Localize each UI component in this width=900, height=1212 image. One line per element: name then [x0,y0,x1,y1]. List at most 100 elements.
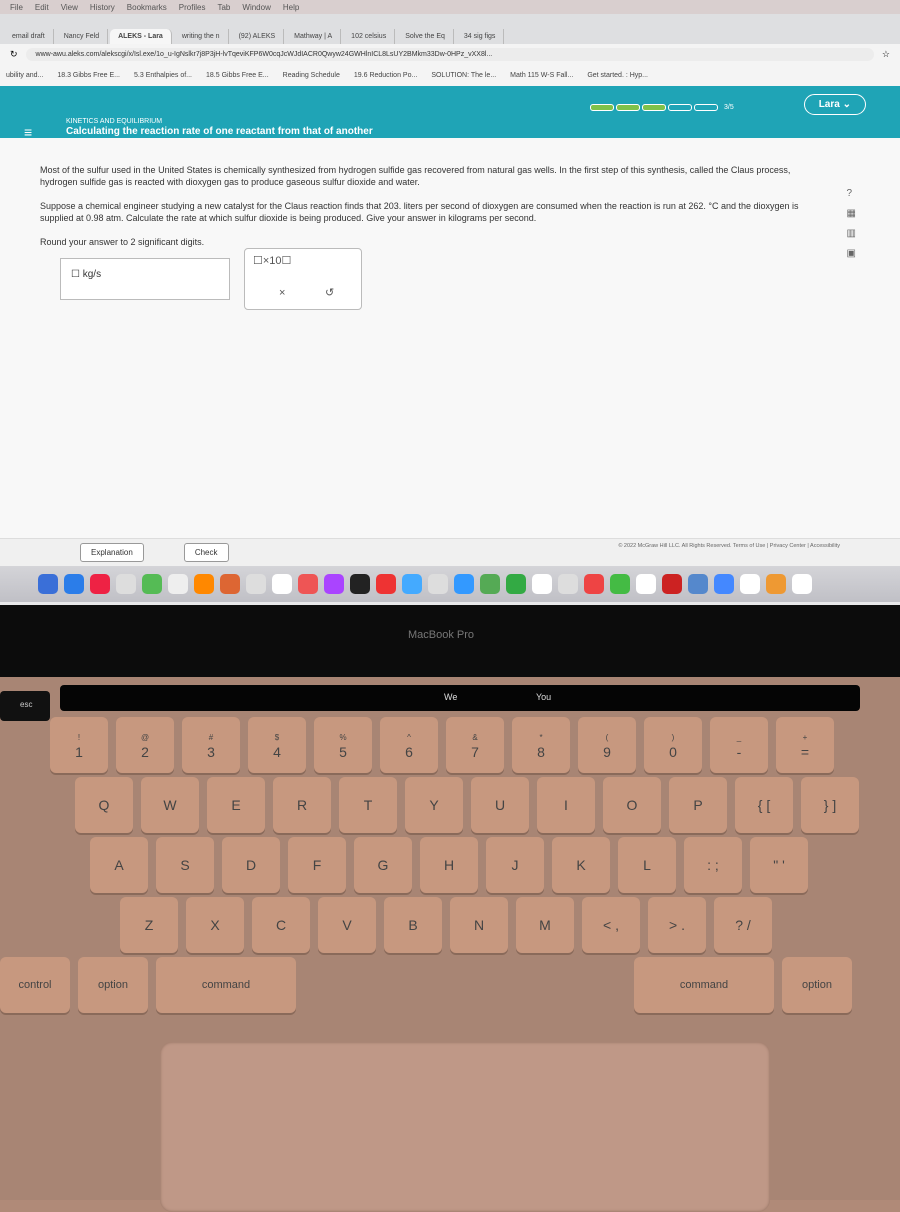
chart-icon[interactable]: ▥ [847,228,856,240]
clear-button[interactable]: × [279,287,285,299]
menu-item[interactable]: Tab [217,3,230,12]
key[interactable]: J [486,837,544,893]
dock-app-icon[interactable] [662,574,682,594]
star-icon[interactable]: ☆ [882,49,890,60]
touchbar-suggestion[interactable]: You [536,692,551,702]
bookmark-item[interactable]: 19.6 Reduction Po... [354,72,417,79]
dock-app-icon[interactable] [558,574,578,594]
key[interactable]: P [669,777,727,833]
key[interactable]: < , [582,897,640,953]
browser-tab[interactable]: 102 celsius [343,29,396,44]
bookmark-item[interactable]: 18.3 Gibbs Free E... [57,72,120,79]
key[interactable]: Q [75,777,133,833]
key[interactable]: V [318,897,376,953]
touchbar-suggestion[interactable]: We [444,692,457,702]
key[interactable]: % 5 [314,717,372,773]
key[interactable]: F [288,837,346,893]
exponent-icon[interactable]: ☐×10☐ [253,255,291,267]
key[interactable]: W [141,777,199,833]
dock-app-icon[interactable] [402,574,422,594]
trackpad[interactable] [160,1042,770,1212]
modifier-key[interactable]: command [156,957,296,1013]
key[interactable]: Z [120,897,178,953]
menu-item[interactable]: Bookmarks [127,3,167,12]
key[interactable]: > . [648,897,706,953]
key[interactable]: U [471,777,529,833]
answer-input[interactable]: ☐ kg/s [60,258,230,300]
key[interactable]: @2 [116,717,174,773]
periodic-table-icon[interactable]: ▣ [847,248,856,260]
dock-app-icon[interactable] [194,574,214,594]
key[interactable]: ? / [714,897,772,953]
bookmark-item[interactable]: Reading Schedule [283,72,340,79]
key[interactable]: N [450,897,508,953]
key[interactable]: O [603,777,661,833]
dock-app-icon[interactable] [350,574,370,594]
touch-bar[interactable]: We You [60,685,860,711]
dock-app-icon[interactable] [246,574,266,594]
modifier-key[interactable]: command [634,957,774,1013]
browser-tab[interactable]: 34 sig figs [456,29,505,44]
dock-app-icon[interactable] [740,574,760,594]
key[interactable]: & 7 [446,717,504,773]
key[interactable]: I [537,777,595,833]
key[interactable]: _ - [710,717,768,773]
dock-app-icon[interactable] [506,574,526,594]
menu-item[interactable]: File [10,3,23,12]
dock-app-icon[interactable] [272,574,292,594]
key[interactable]: M [516,897,574,953]
user-menu-button[interactable]: Lara ⌄ [803,94,866,115]
dock-app-icon[interactable] [766,574,786,594]
modifier-key[interactable]: option [782,957,852,1013]
key[interactable]: C [252,897,310,953]
key[interactable]: H [420,837,478,893]
key[interactable]: (9 [578,717,636,773]
dock-app-icon[interactable] [688,574,708,594]
browser-tab[interactable]: (92) ALEKS [231,29,285,44]
browser-tab[interactable]: email draft [4,29,54,44]
dock-app-icon[interactable] [298,574,318,594]
check-button[interactable]: Check [183,543,229,562]
key[interactable]: S [156,837,214,893]
dock-app-icon[interactable] [480,574,500,594]
key[interactable]: G [354,837,412,893]
reload-icon[interactable]: ↻ [10,49,18,60]
dock-app-icon[interactable] [64,574,84,594]
dock-app-icon[interactable] [636,574,656,594]
dock-app-icon[interactable] [454,574,474,594]
dock-app-icon[interactable] [428,574,448,594]
key[interactable]: D [222,837,280,893]
modifier-key[interactable]: control [0,957,70,1013]
dock-app-icon[interactable] [116,574,136,594]
bookmark-item[interactable]: Math 115 W-S Fall... [510,72,573,79]
dock-app-icon[interactable] [376,574,396,594]
key[interactable]: : ; [684,837,742,893]
menu-item[interactable]: Window [242,3,270,12]
key[interactable]: } ] [801,777,859,833]
dock-app-icon[interactable] [584,574,604,594]
browser-tab[interactable]: Solve the Eq [397,29,454,44]
dock-app-icon[interactable] [792,574,812,594]
key[interactable]: E [207,777,265,833]
menu-item[interactable]: History [90,3,115,12]
key[interactable]: A [90,837,148,893]
dock-app-icon[interactable] [38,574,58,594]
esc-key[interactable]: esc [0,691,50,721]
bookmark-item[interactable]: Get started. : Hyp... [587,72,648,79]
dock-app-icon[interactable] [324,574,344,594]
bookmark-item[interactable]: SOLUTION: The le... [431,72,496,79]
explanation-button[interactable]: Explanation [80,543,144,562]
key[interactable]: T [339,777,397,833]
menu-item[interactable]: View [61,3,78,12]
browser-tab[interactable]: writing the n [174,29,229,44]
url-field[interactable]: www-awu.aleks.com/alekscgi/x/Isl.exe/1o_… [25,47,874,61]
bookmark-item[interactable]: 5.3 Enthalpies of... [134,72,192,79]
key[interactable]: ! 1 [50,717,108,773]
dock-app-icon[interactable] [90,574,110,594]
key[interactable]: $4 [248,717,306,773]
key[interactable]: L [618,837,676,893]
dock-app-icon[interactable] [220,574,240,594]
key[interactable]: ^ 6 [380,717,438,773]
key[interactable]: + = [776,717,834,773]
key[interactable]: " ' [750,837,808,893]
